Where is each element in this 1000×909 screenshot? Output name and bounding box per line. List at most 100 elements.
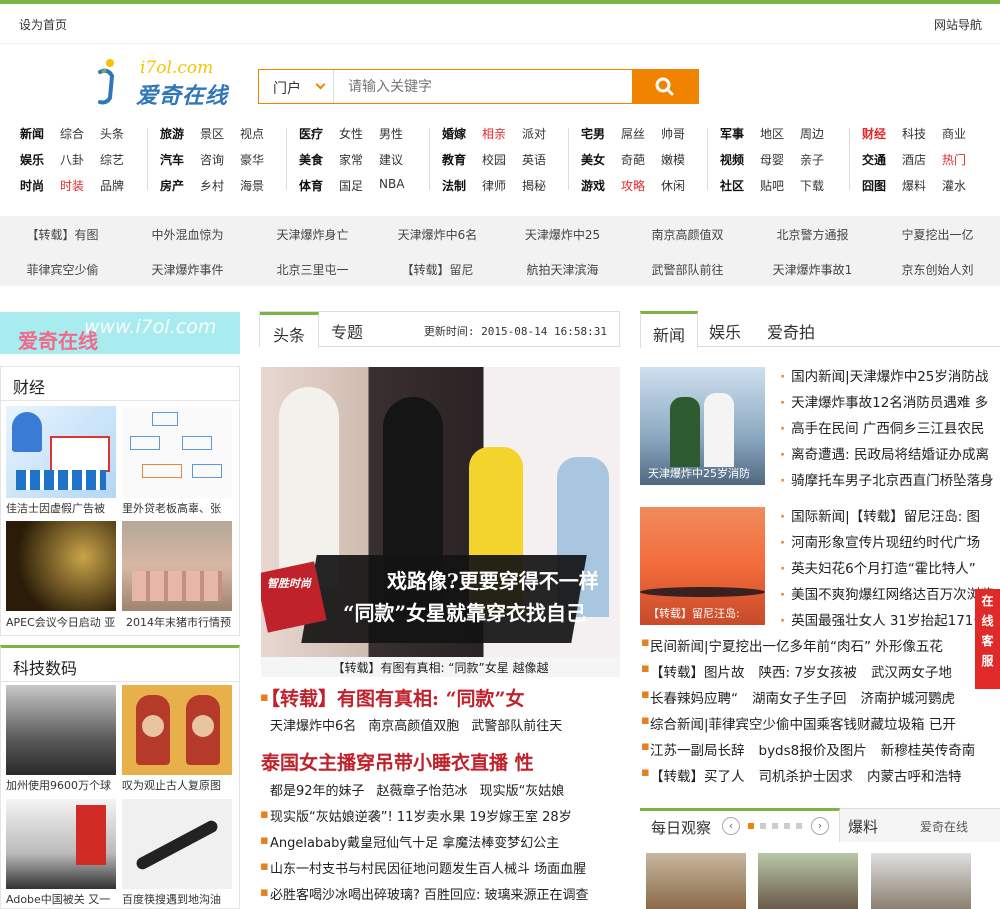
finance-thumb-3[interactable] (6, 521, 116, 611)
hot-keyword-link[interactable]: 天津爆炸身亡 (250, 226, 375, 243)
nav-link[interactable]: 相亲 (482, 125, 506, 142)
set-homepage-link[interactable]: 设为首页 (19, 16, 67, 33)
nav-link[interactable]: 旅游 (160, 125, 184, 142)
tab-entertainment[interactable]: 娱乐 (697, 311, 753, 347)
daily-thumb-2[interactable] (758, 853, 858, 909)
hot-keyword-link[interactable]: 天津爆炸事故1 (750, 261, 875, 278)
right-news-row[interactable]: 民间新闻|宁夏挖出一亿多年前“肉石” 外形像五花 (650, 635, 1000, 655)
nav-link[interactable]: 校园 (482, 151, 506, 168)
nav-link[interactable]: 头条 (100, 125, 124, 142)
nav-link[interactable]: 帅哥 (661, 125, 685, 142)
nav-link[interactable]: 婚嫁 (442, 125, 466, 142)
nav-link[interactable]: 屌丝 (621, 125, 645, 142)
nav-link[interactable]: 律师 (482, 177, 506, 194)
daily-thumb-1[interactable] (646, 853, 746, 909)
nav-link[interactable]: 乡村 (200, 177, 224, 194)
nav-link[interactable]: 游戏 (581, 177, 605, 194)
right-news-link[interactable]: 司机杀护士因求 (759, 769, 854, 785)
tech-caption-3[interactable]: Adobe中国被关 又一 (6, 891, 118, 907)
right-news-item[interactable]: 国际新闻|【转载】留尼汪岛: 图 (780, 505, 1000, 525)
nav-link[interactable]: 商业 (942, 125, 966, 142)
hot-keyword-link[interactable]: 北京三里屯一 (250, 261, 375, 278)
nav-link[interactable]: 交通 (862, 151, 886, 168)
carousel-dot[interactable] (748, 823, 754, 829)
right-news-link[interactable]: 济南护城河鹦虎 (861, 691, 956, 707)
nav-link[interactable]: 教育 (442, 151, 466, 168)
nav-link[interactable]: 国足 (339, 177, 363, 194)
nav-link[interactable]: 咨询 (200, 151, 224, 168)
daily-tab[interactable]: 每日观察 (640, 808, 840, 842)
finance-caption-2[interactable]: 里外贷老板高辜、张 (122, 500, 234, 516)
carousel-dot[interactable] (772, 823, 778, 829)
nav-link[interactable]: 嫩模 (661, 151, 685, 168)
nav-link[interactable]: 灌水 (942, 177, 966, 194)
nav-link[interactable]: 景区 (200, 125, 224, 142)
right-news-item[interactable]: 天津爆炸事故12名消防员遇难 多 (780, 391, 1000, 411)
nav-link[interactable]: 攻略 (621, 177, 645, 194)
hot-keyword-link[interactable]: 天津爆炸中25 (500, 226, 625, 243)
nav-link[interactable]: 母婴 (760, 151, 784, 168)
site-logo[interactable]: i7ol.com 爱奇在线 (92, 58, 242, 110)
nav-link[interactable]: 豪华 (240, 151, 264, 168)
tab-topics[interactable]: 专题 (318, 312, 376, 346)
featured-caption[interactable]: 【转载】有图有真相: “同款”女星 越像越 (261, 657, 620, 677)
news-item[interactable]: Angelababy戴皇冠仙气十足 拿魔法棒变梦幻公主 (270, 832, 559, 851)
tech-thumb-4[interactable] (122, 799, 232, 889)
headline-2[interactable]: 泰国女主播穿吊带小睡衣直播 性 (261, 748, 534, 775)
nav-link[interactable]: 医疗 (299, 125, 323, 142)
finance-caption-4[interactable]: 2014年末猪市行情预 (126, 614, 236, 630)
right-news-link[interactable]: 湖南女子生子回 (752, 691, 847, 707)
search-input[interactable] (335, 70, 633, 103)
tech-caption-2[interactable]: 叹为观止古人复原图 (122, 777, 234, 793)
nav-link[interactable]: 社区 (720, 177, 744, 194)
nav-link[interactable]: 派对 (522, 125, 546, 142)
tab-headlines[interactable]: 头条 (260, 312, 320, 348)
nav-link[interactable]: NBA (379, 177, 404, 191)
site-nav-link[interactable]: 网站导航 (934, 16, 982, 33)
sub-link[interactable]: 都是92年的妹子 (270, 784, 365, 799)
right-news-link[interactable]: 【转载】图片故 (650, 665, 745, 681)
tab-news[interactable]: 新闻 (640, 311, 699, 348)
nav-link[interactable]: 男性 (379, 125, 403, 142)
prev-arrow-icon[interactable]: ‹ (722, 817, 740, 835)
tech-caption-1[interactable]: 加州使用9600万个球 (6, 777, 118, 793)
sub-link[interactable]: 南京高颜值双胞 (368, 719, 459, 734)
right-news-item[interactable]: 英国最强壮女人 31岁抬起171公斤 (780, 609, 1000, 629)
finance-thumb-2[interactable] (122, 406, 232, 498)
tab-baoliao[interactable]: 爆料 (848, 816, 878, 837)
nav-link[interactable]: 军事 (720, 125, 744, 142)
hot-keyword-link[interactable]: 菲律宾空少偷 (0, 261, 125, 278)
right-news-item[interactable]: 美国不爽狗爆红网络达百万次浏览 (780, 583, 1000, 603)
nav-link[interactable]: 囧图 (862, 177, 886, 194)
right-news-item[interactable]: 骑摩托车男子北京西直门桥坠落身 (780, 469, 1000, 489)
nav-link[interactable]: 综艺 (100, 151, 124, 168)
nav-link[interactable]: 财经 (862, 125, 886, 142)
right-news-item[interactable]: 离奇遭遇: 民政局将结婚证办成离 (780, 443, 1000, 463)
right-news-link[interactable]: 长春辣妈应聘“ (650, 691, 738, 707)
nav-link[interactable]: 女性 (339, 125, 363, 142)
right-thumb-1[interactable]: 天津爆炸中25岁消防 (640, 367, 765, 485)
next-arrow-icon[interactable]: › (811, 817, 829, 835)
hot-keyword-link[interactable]: 天津爆炸中6名 (375, 226, 500, 243)
nav-link[interactable]: 视点 (240, 125, 264, 142)
tech-thumb-1[interactable] (6, 685, 116, 775)
right-news-item[interactable]: 英夫妇花6个月打造“霍比特人” (780, 557, 1000, 577)
nav-link[interactable]: 汽车 (160, 151, 184, 168)
nav-link[interactable]: 建议 (379, 151, 403, 168)
hot-keyword-link[interactable]: 京东创始人刘 (875, 261, 1000, 278)
nav-link[interactable]: 宅男 (581, 125, 605, 142)
tab-aiqi[interactable]: 爱奇在线 (920, 818, 968, 835)
right-news-link[interactable]: 新穆桂英传奇南 (881, 743, 976, 759)
right-news-link[interactable]: 江苏一副局长辞 (650, 743, 745, 759)
nav-link[interactable]: 热门 (942, 151, 966, 168)
sub-link[interactable]: 现实版“灰姑娘 (480, 784, 565, 799)
right-news-item[interactable]: 河南形象宣传片现纽约时代广场 (780, 531, 1000, 551)
tech-thumb-3[interactable] (6, 799, 116, 889)
online-service-button[interactable]: 在线客服 (975, 589, 1000, 689)
nav-link[interactable]: 爆料 (902, 177, 926, 194)
nav-link[interactable]: 法制 (442, 177, 466, 194)
carousel-dot[interactable] (784, 823, 790, 829)
right-news-row[interactable]: 综合新闻|菲律宾空少偷中国乘客钱财藏垃圾箱 已开 (650, 713, 1000, 733)
hot-keyword-link[interactable]: 【转载】有图 (0, 226, 125, 243)
daily-thumb-3[interactable] (871, 853, 971, 909)
